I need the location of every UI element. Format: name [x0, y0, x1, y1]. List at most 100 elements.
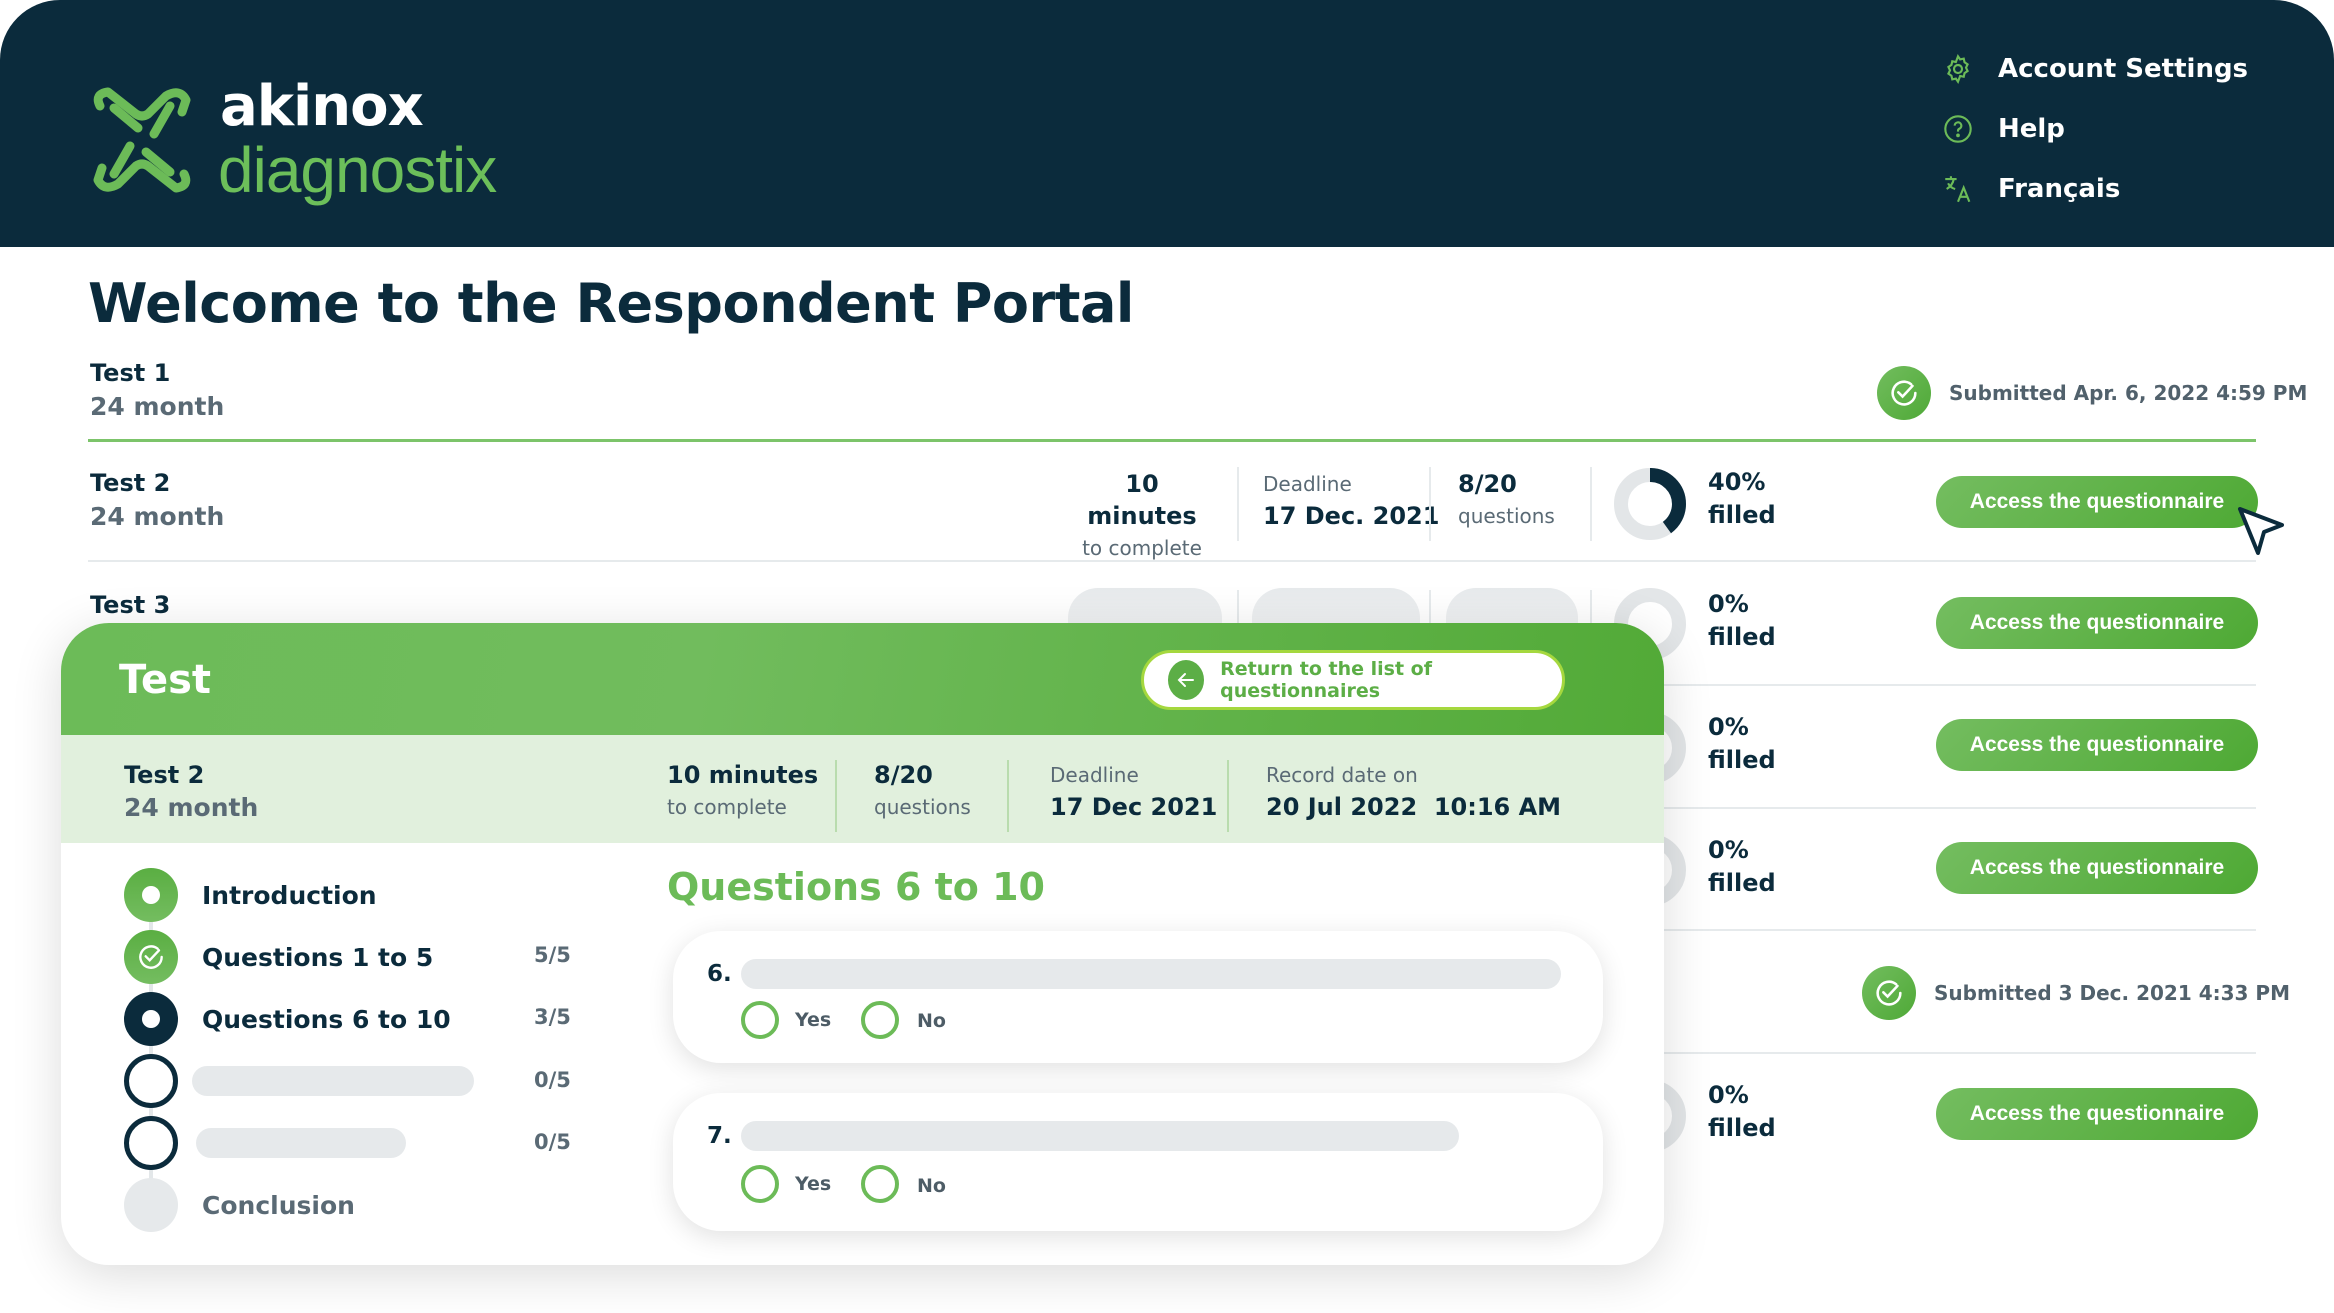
- help-circle-icon: [1940, 111, 1976, 147]
- radio-yes[interactable]: [741, 1001, 779, 1039]
- step-label-placeholder: [196, 1128, 406, 1158]
- percent-value: 0%: [1708, 836, 1749, 864]
- section-title: Questions 6 to 10: [667, 865, 1045, 909]
- logo-wordmark-diagnostix: diagnostix: [218, 134, 497, 206]
- submitted-status: Submitted 3 Dec. 2021 4:33 PM: [1862, 966, 2290, 1020]
- deadline-info: Deadline 17 Dec. 2021: [1263, 468, 1439, 532]
- row-divider: [88, 439, 2256, 442]
- progress-donut: [1614, 468, 1686, 540]
- question-card: 6. Yes No: [673, 931, 1603, 1063]
- nav-account-settings[interactable]: Account Settings: [1940, 47, 2248, 91]
- submitted-status: Submitted Apr. 6, 2022 4:59 PM: [1877, 366, 2307, 420]
- submitted-date: Submitted Apr. 6, 2022 4:59 PM: [1949, 381, 2308, 405]
- access-questionnaire-button[interactable]: Access the questionnaire: [1936, 719, 2258, 771]
- return-to-list-button[interactable]: Return to the list of questionnaires: [1141, 650, 1565, 710]
- questionnaire-period: 24 month: [90, 502, 225, 531]
- duration-info: 10 minutes to complete: [667, 759, 818, 823]
- questions-label: questions: [1458, 504, 1555, 528]
- access-questionnaire-button[interactable]: Access the questionnaire: [1936, 476, 2258, 528]
- row-divider: [88, 560, 2256, 562]
- duration-label: to complete: [667, 795, 787, 819]
- radio-yes[interactable]: [741, 1165, 779, 1203]
- questions-value: 8/20: [1458, 470, 1517, 498]
- step-disabled-icon: [124, 1178, 178, 1232]
- step-label: Questions 1 to 5: [202, 942, 434, 972]
- step-questions-6-10[interactable]: Questions 6 to 10: [124, 992, 451, 1046]
- radio-label: Yes: [795, 1173, 832, 1195]
- access-questionnaire-button[interactable]: Access the questionnaire: [1936, 1088, 2258, 1140]
- translate-icon: [1940, 171, 1976, 207]
- separator: [1227, 760, 1229, 832]
- percent-value: 40%: [1708, 468, 1766, 496]
- question-text-placeholder: [741, 959, 1561, 989]
- progress-text: 0% filled: [1708, 711, 1776, 777]
- step-label: Introduction: [202, 880, 377, 910]
- separator: [1429, 467, 1431, 541]
- return-label: Return to the list of questionnaires: [1220, 658, 1432, 702]
- deadline-label: Deadline: [1050, 763, 1139, 787]
- deadline-label: Deadline: [1263, 472, 1352, 496]
- check-circle-icon: [1862, 966, 1916, 1020]
- record-date-label: Record date on: [1266, 763, 1418, 787]
- percent-label: filled: [1708, 869, 1776, 897]
- nav-label: Help: [1998, 114, 2065, 144]
- percent-label: filled: [1708, 746, 1776, 774]
- logo-x-icon: [93, 87, 191, 193]
- nav-label: Account Settings: [1998, 54, 2249, 84]
- nav-help[interactable]: Help: [1940, 107, 2065, 151]
- step-pending-icon: [124, 1116, 178, 1170]
- step-pending-icon: [124, 1054, 178, 1108]
- check-circle-icon: [1877, 366, 1931, 420]
- step-pending[interactable]: [124, 1054, 474, 1108]
- separator: [1237, 467, 1239, 541]
- question-number: 7.: [707, 1123, 732, 1149]
- question-number: 6.: [707, 961, 732, 987]
- step-conclusion[interactable]: Conclusion: [124, 1178, 355, 1232]
- mouse-cursor-icon: [2238, 507, 2284, 555]
- questionnaire-period: 24 month: [90, 392, 225, 421]
- questionnaire-name: Test 1: [90, 359, 171, 387]
- step-complete-check-icon: [124, 930, 178, 984]
- duration-value: 10 minutes: [667, 761, 819, 789]
- percent-value: 0%: [1708, 713, 1749, 741]
- step-label-placeholder: [192, 1066, 474, 1096]
- separator: [1590, 467, 1592, 541]
- questions-info: 8/20 questions: [1458, 468, 1555, 532]
- separator: [835, 760, 837, 832]
- progress-text: 40% filled: [1708, 466, 1776, 532]
- percent-label: filled: [1708, 1114, 1776, 1142]
- radio-no[interactable]: [861, 1001, 899, 1039]
- radio-label: No: [917, 1010, 946, 1032]
- duration-info: 10 minutes to complete: [1072, 468, 1212, 564]
- percent-label: filled: [1708, 501, 1776, 529]
- percent-label: filled: [1708, 623, 1776, 651]
- duration-value: 10 minutes: [1087, 470, 1197, 530]
- radio-no[interactable]: [861, 1165, 899, 1203]
- radio-label: No: [917, 1175, 946, 1197]
- questionnaire-name: Test 3: [90, 591, 171, 619]
- questionnaire-detail-card: Test Return to the list of questionnaire…: [61, 623, 1664, 1265]
- step-count: 0/5: [534, 1130, 571, 1154]
- nav-label: Français: [1998, 174, 2121, 204]
- questionnaire-name: Test 2: [124, 761, 205, 789]
- progress-text: 0% filled: [1708, 834, 1776, 900]
- question-text-placeholder: [741, 1121, 1459, 1151]
- step-questions-1-5[interactable]: Questions 1 to 5: [124, 930, 433, 984]
- access-questionnaire-button[interactable]: Access the questionnaire: [1936, 842, 2258, 894]
- deadline-value: 17 Dec 2021: [1050, 793, 1218, 821]
- questionnaire-name: Test 2: [90, 469, 171, 497]
- questions-info: 8/20 questions: [874, 759, 971, 823]
- progress-text: 0% filled: [1708, 588, 1776, 654]
- record-date-info: Record date on 20 Jul 2022 10:16 AM: [1266, 759, 1561, 823]
- record-date-value: 20 Jul 2022 10:16 AM: [1266, 793, 1562, 821]
- step-pending[interactable]: [124, 1116, 406, 1170]
- radio-label: Yes: [795, 1009, 832, 1031]
- nav-language-francais[interactable]: Français: [1940, 167, 2120, 211]
- access-questionnaire-button[interactable]: Access the questionnaire: [1936, 597, 2258, 649]
- step-introduction[interactable]: Introduction: [124, 868, 377, 922]
- progress-text: 0% filled: [1708, 1079, 1776, 1145]
- arrow-left-icon: [1168, 660, 1205, 700]
- logo-wordmark-akinox: akinox: [220, 74, 424, 139]
- separator: [1007, 760, 1009, 832]
- questions-value: 8/20: [874, 761, 933, 789]
